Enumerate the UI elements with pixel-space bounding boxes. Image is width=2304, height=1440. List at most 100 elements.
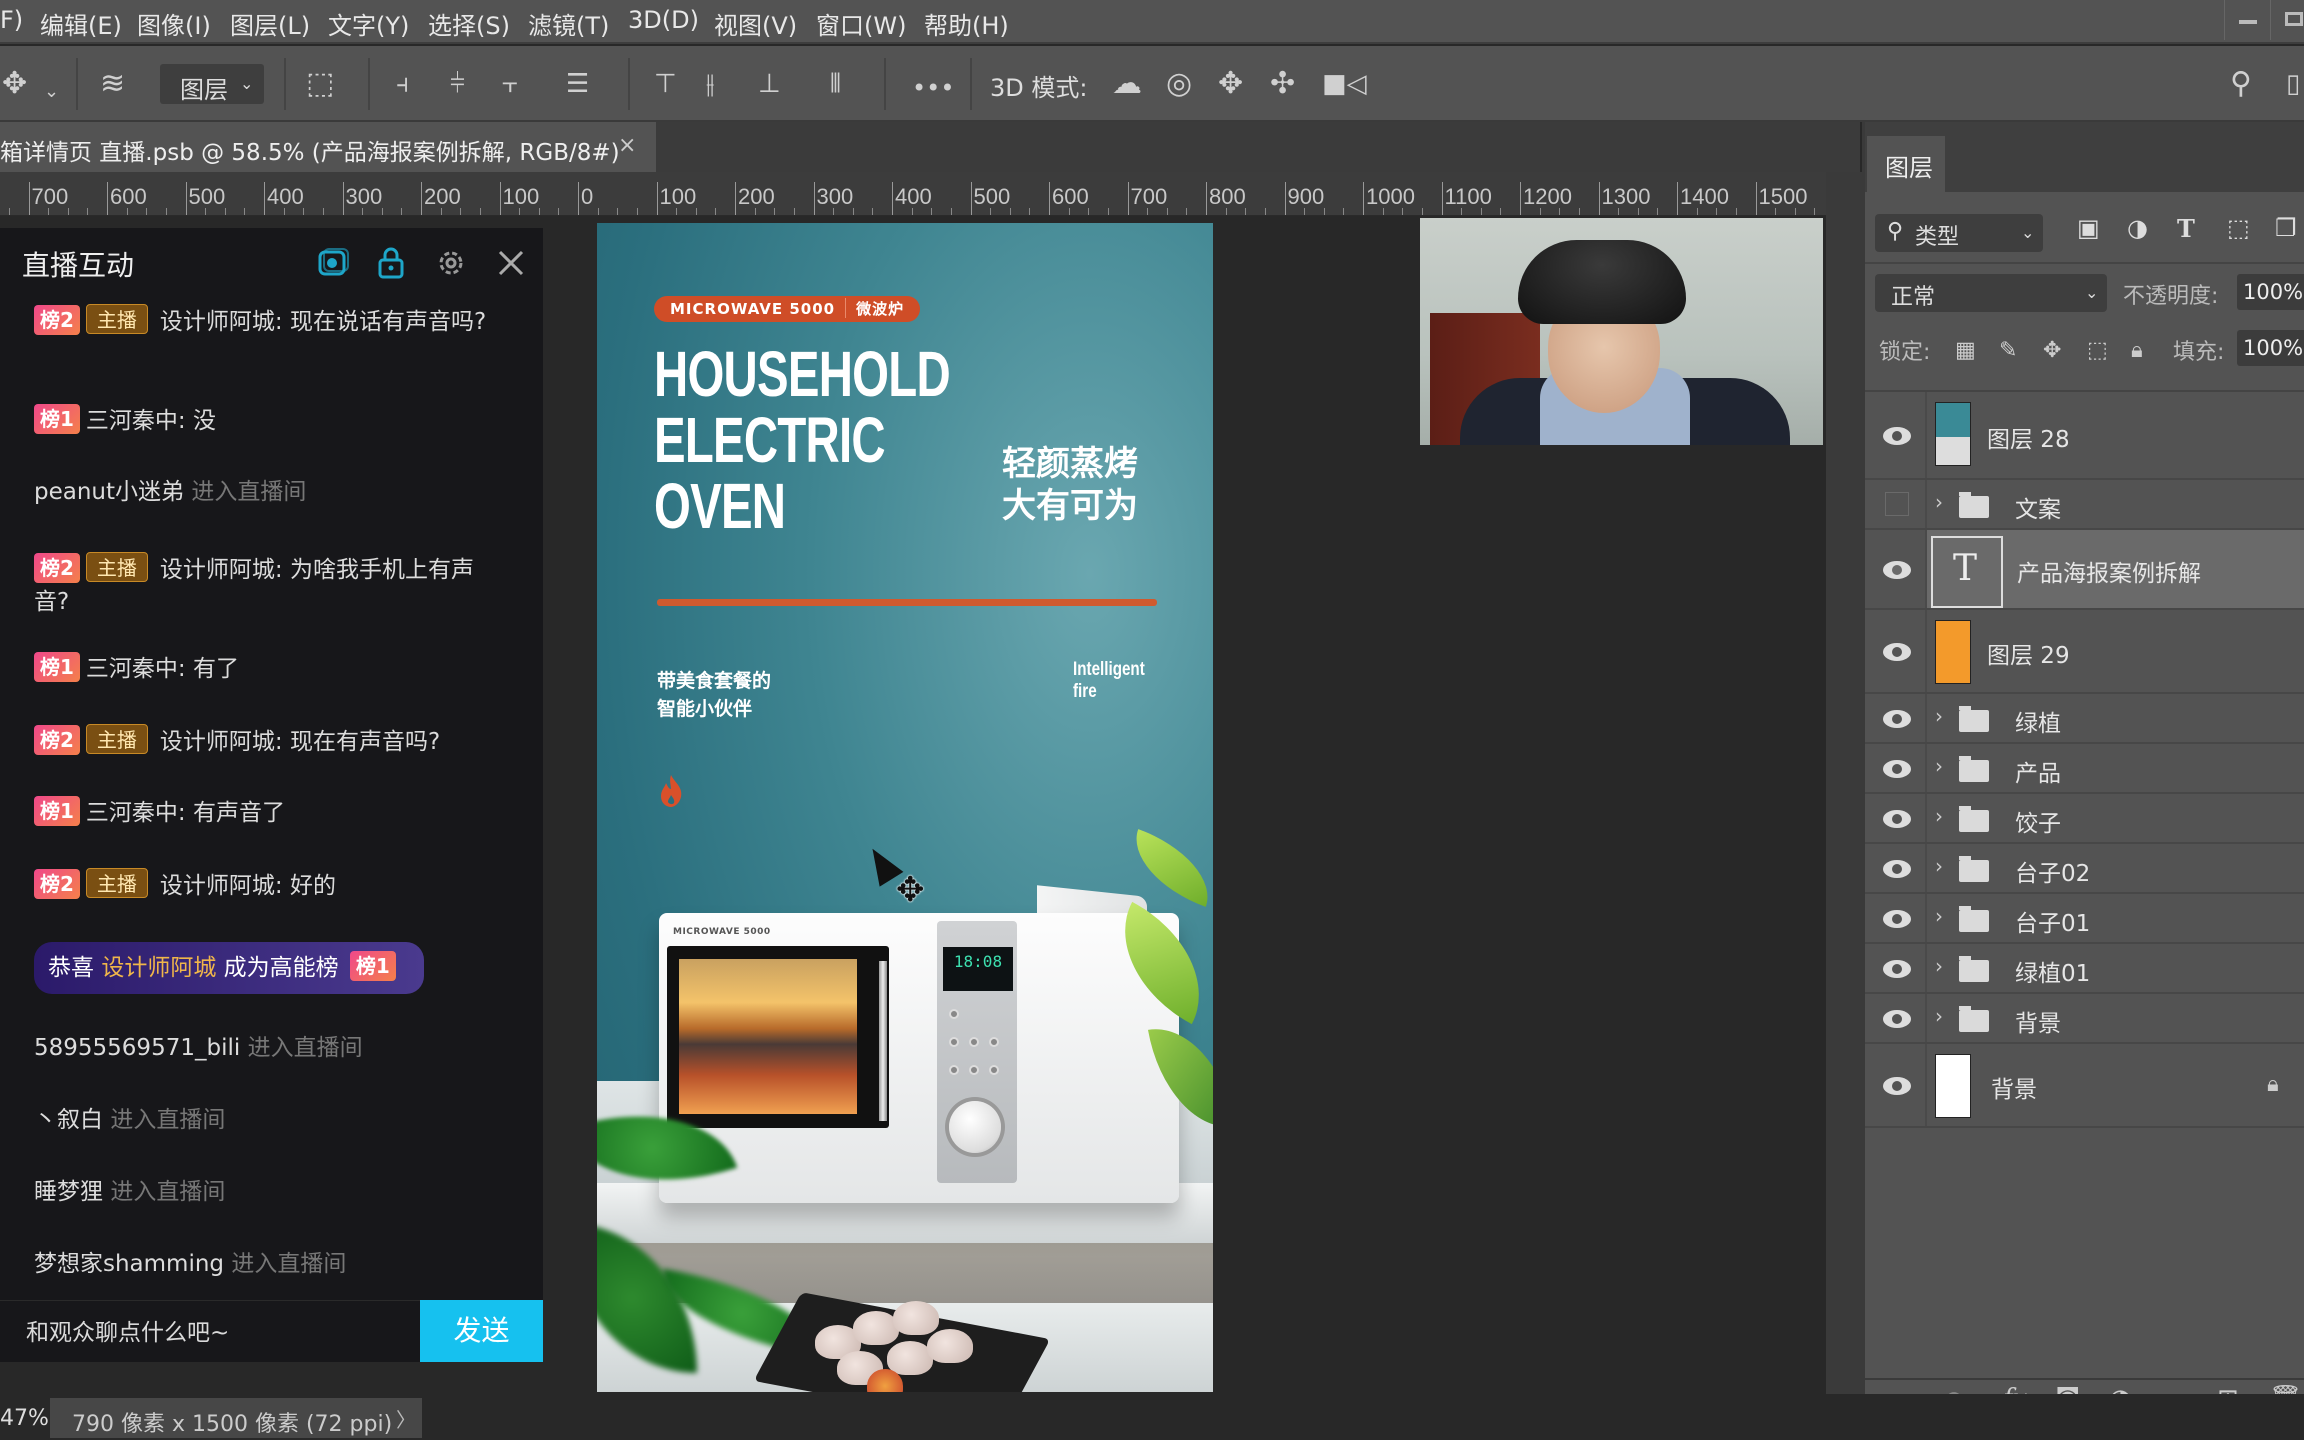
align-left-icon[interactable]: ⫞ (396, 66, 409, 102)
distribute-horizontal-icon[interactable]: ⫴ (830, 66, 841, 102)
menu-help[interactable]: 帮助(H) (924, 6, 1009, 41)
lock-pixels-icon[interactable]: ✎ (1999, 338, 2017, 363)
tab-layers[interactable]: 图层 (1867, 136, 1945, 192)
chevron-down-icon: ⌄ (2085, 283, 2099, 302)
lock-artboard-icon[interactable]: ⬚ (2087, 338, 2108, 363)
eye-icon[interactable] (1883, 427, 1911, 445)
poster-canvas[interactable]: MICROWAVE 5000 微波炉 HOUSEHOLD ELECTRIC OVE… (597, 223, 1213, 1392)
align-hcenter-icon[interactable]: ⫩ (450, 66, 465, 102)
align-bottom-icon[interactable]: ⊥ (758, 66, 781, 102)
layer-row[interactable]: › 饺子 (1865, 794, 2304, 844)
expand-chevron-icon[interactable]: › (1935, 704, 1943, 728)
layer-row[interactable]: › 台子02 (1865, 844, 2304, 894)
workspace-icon[interactable]: ▯ (2286, 66, 2300, 102)
search-icon[interactable]: ⚲ (2230, 66, 2252, 102)
eye-icon[interactable] (1883, 1010, 1911, 1028)
menu-window[interactable]: 窗口(W) (816, 6, 906, 41)
ruler-subtick (1166, 208, 1168, 215)
lock-position-icon[interactable]: ✥ (2043, 338, 2061, 363)
layer-row[interactable]: › 产品 (1865, 744, 2304, 794)
eye-icon[interactable] (1883, 643, 1911, 661)
chat-input[interactable] (26, 1315, 406, 1351)
align-top-icon[interactable]: ⊤ (654, 66, 677, 102)
send-button[interactable]: 发送 (420, 1300, 543, 1362)
menu-view[interactable]: 视图(V) (714, 6, 797, 41)
move-tool-icon[interactable]: ✥ (2, 66, 27, 102)
eye-icon[interactable] (1883, 710, 1911, 728)
3d-slide-icon[interactable]: ✣ (1270, 66, 1295, 102)
layer-row[interactable]: › 背景 (1865, 994, 2304, 1044)
transform-controls-icon[interactable]: ⬚ (306, 66, 334, 102)
eye-icon[interactable] (1883, 561, 1911, 579)
layer-row[interactable]: 图层 29 (1865, 610, 2304, 694)
visibility-toggle-off[interactable] (1885, 492, 1909, 516)
auto-select-icon[interactable]: ≋ (100, 66, 125, 102)
align-vcenter-icon[interactable]: ⫲ (706, 66, 714, 102)
tool-preset-dropdown[interactable]: ⌄ (44, 74, 59, 110)
expand-chevron-icon[interactable]: › (1935, 804, 1943, 828)
fill-input[interactable] (2237, 330, 2304, 366)
layer-filter-dropdown[interactable]: ⚲ 类型 ⌄ (1875, 214, 2043, 252)
expand-chevron-icon[interactable]: › (1935, 754, 1943, 778)
eye-icon[interactable] (1883, 810, 1911, 828)
menu-image[interactable]: 图像(I) (137, 6, 211, 41)
align-right-icon[interactable]: ⫟ (502, 66, 518, 102)
gear-icon[interactable] (434, 246, 468, 280)
opacity-input[interactable] (2237, 274, 2304, 310)
eye-icon[interactable] (1883, 910, 1911, 928)
more-options-icon[interactable]: ••• (912, 70, 954, 106)
ruler-subtick (1147, 208, 1149, 215)
minimize-button[interactable] (2224, 0, 2270, 40)
expand-chevron-icon[interactable]: › (1935, 954, 1943, 978)
menu-filter[interactable]: 滤镜(T) (528, 6, 609, 41)
document-tab[interactable]: 箱详情页 直播.psb @ 58.5% (产品海报案例拆解, RGB/8#) × (0, 122, 656, 172)
layer-row[interactable]: › 文案 (1865, 480, 2304, 530)
layer-row[interactable]: › 绿植 (1865, 694, 2304, 744)
filter-pixel-icon[interactable]: ▣ (2077, 214, 2100, 242)
menu-edit[interactable]: 编辑(E) (40, 6, 122, 41)
layer-row[interactable]: › 台子01 (1865, 894, 2304, 944)
menu-type[interactable]: 文字(Y) (328, 6, 409, 41)
layer-row[interactable]: › 绿植01 (1865, 944, 2304, 994)
ruler-tick (735, 182, 736, 215)
menu-layer[interactable]: 图层(L) (230, 6, 310, 41)
layer-row-selected[interactable]: T 产品海报案例拆解 (1865, 530, 2304, 610)
auto-select-dropdown[interactable]: 图层 ⌄ (160, 64, 264, 104)
document-info[interactable]: 790 像素 x 1500 像素 (72 ppi) (50, 1398, 422, 1438)
layer-row[interactable]: 图层 28 (1865, 392, 2304, 480)
filter-shape-icon[interactable]: ⬚ (2227, 214, 2250, 242)
lock-all-icon[interactable]: 🔒︎ (2131, 338, 2143, 363)
layer-row[interactable]: 背景 🔒︎ (1865, 1044, 2304, 1128)
status-menu-arrow[interactable]: 〉 (396, 1404, 416, 1433)
menu-3d[interactable]: 3D(D) (628, 6, 699, 34)
eye-icon[interactable] (1883, 760, 1911, 778)
3d-orbit-icon[interactable]: ☁ (1112, 66, 1142, 102)
3d-roll-icon[interactable]: ◎ (1166, 66, 1192, 102)
blend-mode-dropdown[interactable]: 正常 ⌄ (1875, 274, 2107, 312)
lock-transparent-icon[interactable]: ▦ (1955, 338, 1976, 363)
filter-type-icon[interactable]: T (2177, 214, 2195, 243)
expand-chevron-icon[interactable]: › (1935, 1004, 1943, 1028)
expand-chevron-icon[interactable]: › (1935, 490, 1943, 514)
eye-icon[interactable] (1883, 860, 1911, 878)
3d-camera-icon[interactable]: ■◁ (1322, 66, 1367, 102)
chat-message: 榜1 三河秦中: 有声音了 (34, 796, 504, 829)
eye-icon[interactable] (1883, 1077, 1911, 1095)
lock-icon[interactable] (374, 246, 408, 280)
share-screen-icon[interactable] (316, 246, 350, 280)
filter-adjustment-icon[interactable]: ◑ (2127, 214, 2148, 242)
3d-pan-icon[interactable]: ✥ (1218, 66, 1243, 102)
menu-file[interactable]: F) (0, 6, 23, 34)
ruler-subtick (558, 208, 560, 215)
expand-chevron-icon[interactable]: › (1935, 904, 1943, 928)
filter-smart-object-icon[interactable]: ❐ (2275, 214, 2297, 242)
expand-chevron-icon[interactable]: › (1935, 854, 1943, 878)
search-icon: ⚲ (1887, 219, 1904, 244)
restore-button[interactable] (2270, 0, 2304, 40)
zoom-level[interactable]: 47% (0, 1406, 49, 1431)
eye-icon[interactable] (1883, 960, 1911, 978)
menu-select[interactable]: 选择(S) (428, 6, 510, 41)
distribute-vertical-icon[interactable]: ☰ (566, 66, 589, 102)
close-icon[interactable] (494, 246, 528, 280)
close-tab-icon[interactable]: × (618, 133, 636, 158)
